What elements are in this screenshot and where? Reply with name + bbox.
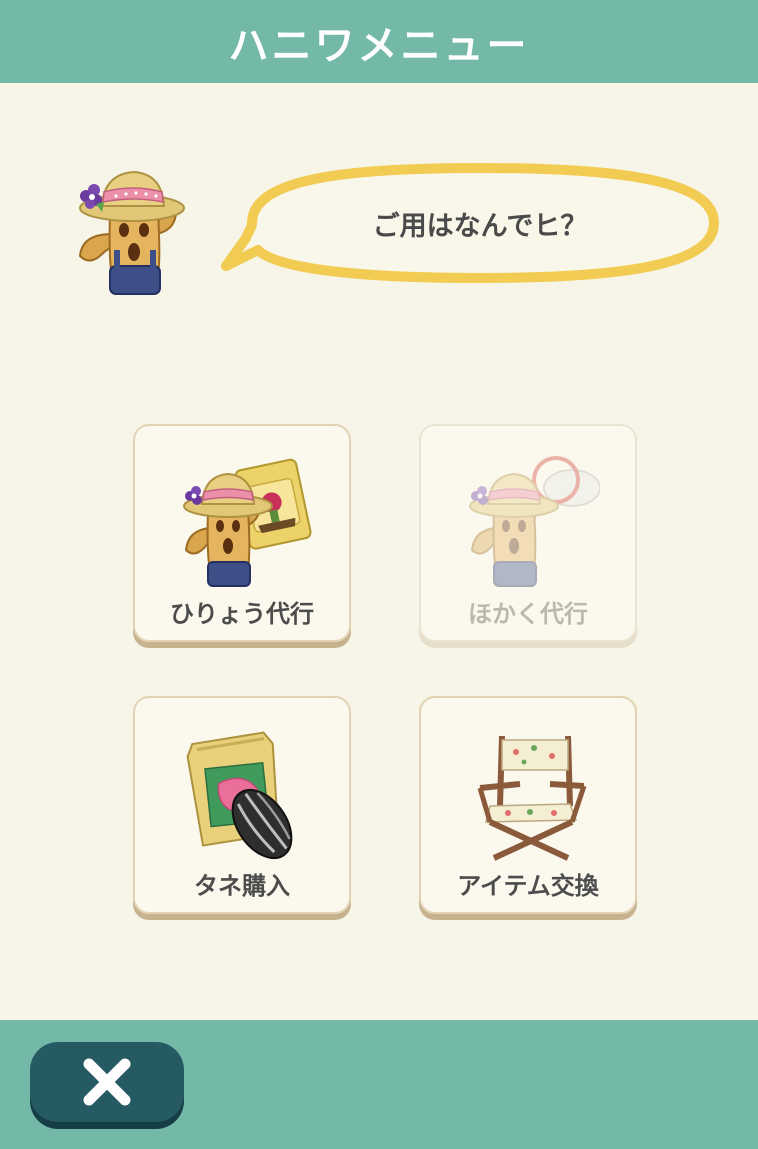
folding-chair-icon bbox=[477, 735, 587, 861]
close-button[interactable] bbox=[30, 1042, 184, 1122]
close-icon bbox=[83, 1058, 131, 1106]
item-exchange-button[interactable]: アイテム交換 bbox=[419, 696, 637, 914]
menu-item-label: ほかく代行 bbox=[468, 600, 588, 628]
capture-service-button: ほかく代行 bbox=[419, 424, 637, 642]
dialog-message: ご用はなんでヒ？ bbox=[372, 210, 588, 242]
page-title: ハニワメニュー bbox=[228, 22, 530, 69]
seed-packet-icon bbox=[186, 731, 293, 860]
haniwa-bug-net-icon bbox=[469, 456, 600, 587]
haniwa-fertilizer-icon bbox=[183, 458, 312, 587]
haniwa-character-icon bbox=[78, 170, 185, 295]
menu-item-label: アイテム交換 bbox=[457, 872, 599, 900]
header-bar: ハニワメニュー bbox=[0, 0, 758, 83]
fertilizer-service-button[interactable]: ひりょう代行 bbox=[133, 424, 351, 642]
menu-item-label: タネ購入 bbox=[194, 872, 290, 900]
menu-item-label: ひりょう代行 bbox=[170, 600, 314, 628]
buy-seeds-button[interactable]: タネ購入 bbox=[133, 696, 351, 914]
